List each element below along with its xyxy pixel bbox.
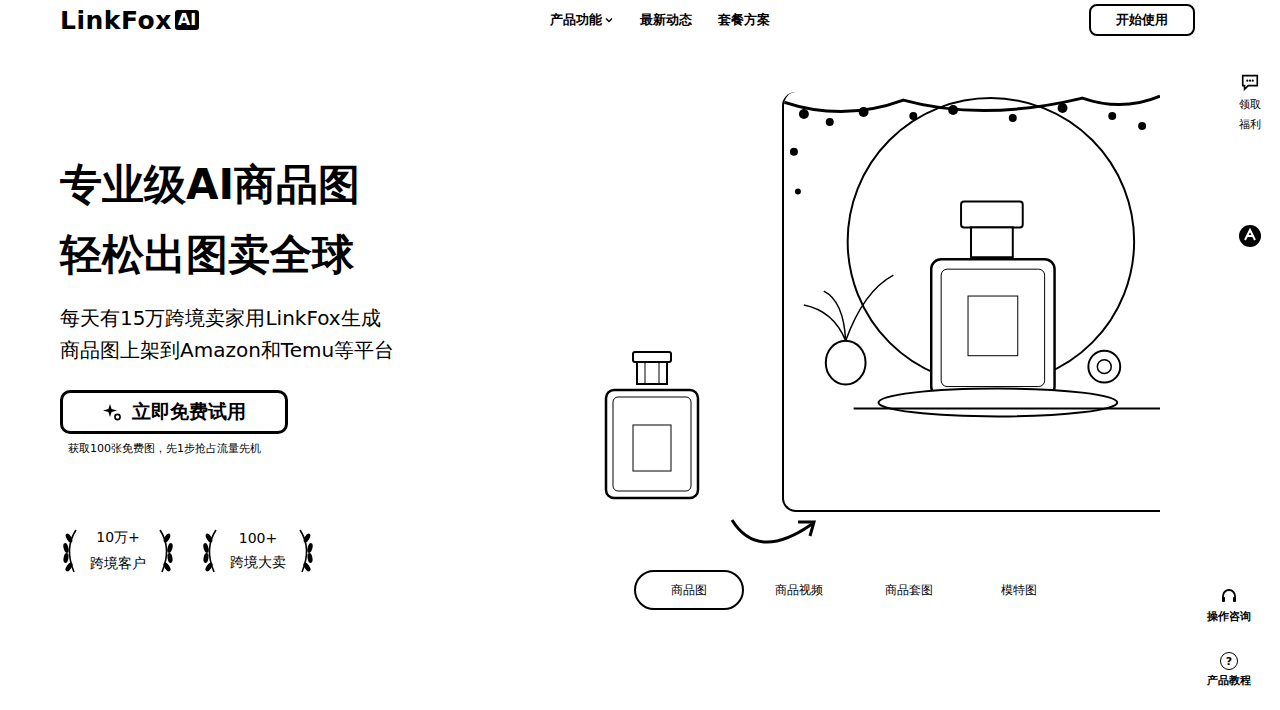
hero-text: 专业级AI商品图轻松出图卖全球每天有15万跨境卖家用LinkFox生成商品图上架… [60,92,600,610]
nav-menu: 产品功能 最新动态 套餐方案 [550,11,770,29]
laurel-icon [200,526,222,576]
showcase-tabs: 商品图商品视频商品套图模特图 [600,570,1180,610]
laurel-icon [60,526,82,576]
top-nav: LinkFoxAI产品功能 最新动态 套餐方案 开始使用 [0,0,1280,40]
showcase-tab[interactable]: 模特图 [964,570,1074,610]
showcase-tab[interactable]: 商品视频 [744,570,854,610]
brand-icon [1237,223,1263,249]
nav-item[interactable]: 产品功能 [550,11,614,29]
side-item[interactable]: 操作咨询 [1207,586,1251,624]
floating-sidebar: 领取福利操作咨询 ?产品教程 [1206,72,1272,688]
generated-product-image [782,92,1160,512]
showcase-tab[interactable]: 商品图 [634,570,744,610]
free-trial-button[interactable]: 立即免费试用 [60,390,288,434]
side-item[interactable]: ?产品教程 [1207,652,1251,688]
hero: 专业级AI商品图轻松出图卖全球每天有15万跨境卖家用LinkFox生成商品图上架… [0,92,1280,610]
original-product-image [603,350,701,502]
stats: 10万+跨境客户 100+跨境大卖 [60,526,600,576]
hero-title: 专业级AI商品图轻松出图卖全球 [60,150,600,290]
showcase: 商品图商品视频商品套图模特图 [600,92,1180,610]
side-item[interactable]: 领取福利 [1239,72,1261,135]
showcase-tab[interactable]: 商品套图 [854,570,964,610]
trial-note: 获取100张免费图，先1步抢占流量先机 [68,442,600,456]
stat: 10万+跨境客户 [60,526,176,576]
sparkle-icon [102,402,122,422]
hero-subtitle: 每天有15万跨境卖家用LinkFox生成商品图上架到Amazon和Temu等平台 [60,302,600,366]
scene-picture [784,92,1160,510]
landing-page: LinkFoxAI产品功能 最新动态 套餐方案 开始使用专业级AI商品图轻松出图卖全球… [0,0,1280,710]
headset-icon [1219,586,1239,606]
laurel-icon [154,526,176,576]
stat: 100+跨境大卖 [200,526,316,576]
help-icon: ? [1220,652,1238,670]
start-button[interactable]: 开始使用 [1089,4,1195,36]
chevron-down-icon [604,15,614,25]
logo[interactable]: LinkFoxAI [60,6,550,35]
nav-item[interactable]: 套餐方案 [718,11,770,29]
chat-icon [1240,72,1260,92]
side-item[interactable] [1237,223,1263,249]
curved-arrow-icon [728,514,820,558]
laurel-icon [294,526,316,576]
nav-item[interactable]: 最新动态 [640,11,692,29]
